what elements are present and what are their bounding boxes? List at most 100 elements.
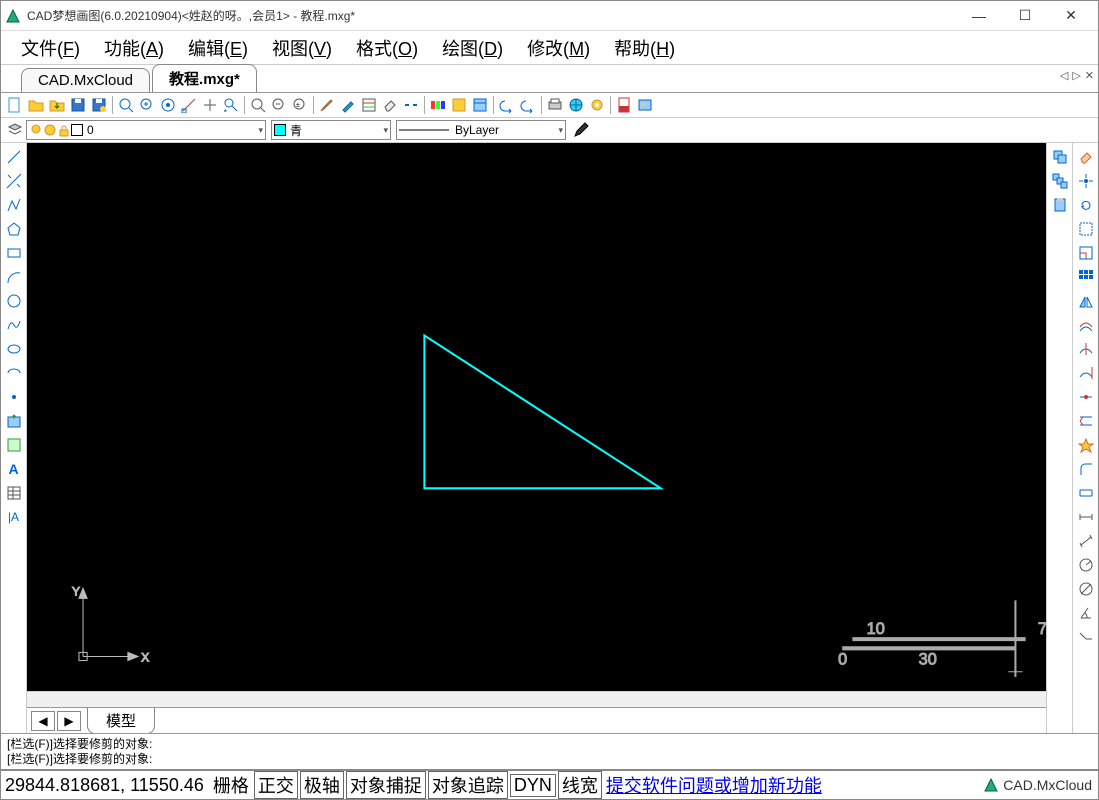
eraser-icon[interactable] <box>380 95 400 115</box>
import-icon[interactable] <box>47 95 67 115</box>
saveas-icon[interactable] <box>89 95 109 115</box>
open-icon[interactable] <box>26 95 46 115</box>
polyline-icon[interactable] <box>4 195 24 215</box>
command-line[interactable]: [栏选(F)]选择要修剪的对象: [栏选(F)]选择要修剪的对象: <box>1 733 1098 769</box>
menu-function[interactable]: 功能(A) <box>92 33 176 63</box>
maximize-button[interactable]: ☐ <box>1002 1 1048 31</box>
zoom-previous-icon[interactable] <box>221 95 241 115</box>
osnap-toggle[interactable]: 对象捕捉 <box>346 771 426 799</box>
dyn-toggle[interactable]: DYN <box>510 774 556 797</box>
insert-block-icon[interactable] <box>4 411 24 431</box>
xline-icon[interactable] <box>4 171 24 191</box>
measure-icon[interactable] <box>179 95 199 115</box>
properties-icon[interactable] <box>470 95 490 115</box>
image-icon[interactable] <box>635 95 655 115</box>
dim-linear-icon[interactable] <box>1076 507 1096 527</box>
trim-icon[interactable] <box>1076 339 1096 359</box>
make-block-icon[interactable] <box>4 435 24 455</box>
offset-icon[interactable] <box>1076 315 1096 335</box>
pan-icon[interactable] <box>200 95 220 115</box>
zoom-realtime-icon[interactable] <box>248 95 268 115</box>
layout-tab-model[interactable]: 模型 <box>87 708 155 734</box>
brush-icon[interactable] <box>317 95 337 115</box>
copy-icon[interactable] <box>1050 147 1070 167</box>
feedback-link[interactable]: 提交软件问题或增加新功能 <box>606 772 822 798</box>
dim-angular-icon[interactable] <box>1076 603 1096 623</box>
mirror-icon[interactable] <box>1076 291 1096 311</box>
polar-toggle[interactable]: 极轴 <box>300 771 344 799</box>
tab-next-icon[interactable]: ▷ <box>1072 69 1080 82</box>
menu-view[interactable]: 视图(V) <box>260 33 344 63</box>
layout-prev-button[interactable]: ◀ <box>31 711 55 731</box>
save-icon[interactable] <box>68 95 88 115</box>
scale-icon[interactable] <box>1076 243 1096 263</box>
mtext-icon[interactable]: |A <box>4 507 24 527</box>
polygon-icon[interactable] <box>4 219 24 239</box>
zoom-scale-icon[interactable]: ± <box>290 95 310 115</box>
brush-properties-icon[interactable] <box>571 120 591 140</box>
chamfer-icon[interactable] <box>1076 483 1096 503</box>
settings-icon[interactable] <box>587 95 607 115</box>
rotate-icon[interactable] <box>1076 195 1096 215</box>
menu-format[interactable]: 格式(O) <box>344 33 430 63</box>
minimize-button[interactable]: — <box>956 1 1002 31</box>
zoom-out-icon[interactable] <box>269 95 289 115</box>
color-dropdown[interactable]: 青 ▾ <box>271 120 391 140</box>
palette-icon[interactable] <box>428 95 448 115</box>
grid-toggle[interactable]: 栅格 <box>210 772 252 798</box>
menu-edit[interactable]: 编辑(E) <box>176 33 260 63</box>
point-icon[interactable] <box>4 387 24 407</box>
layer-manager-icon[interactable] <box>5 120 25 140</box>
select-window-icon[interactable] <box>1076 219 1096 239</box>
ellipse-arc-icon[interactable] <box>4 363 24 383</box>
pdf-icon[interactable] <box>614 95 634 115</box>
extend-icon[interactable] <box>1076 363 1096 383</box>
dim-radius-icon[interactable] <box>1076 555 1096 575</box>
ortho-toggle[interactable]: 正交 <box>254 771 298 799</box>
doc-tab-tutorial[interactable]: 教程.mxg* <box>152 64 257 92</box>
redo-icon[interactable] <box>518 95 538 115</box>
linetype-dropdown[interactable]: ByLayer ▾ <box>396 120 566 140</box>
menu-help[interactable]: 帮助(H) <box>602 33 687 63</box>
undo-icon[interactable] <box>497 95 517 115</box>
tab-close-icon[interactable]: ✕ <box>1085 69 1094 82</box>
menu-file[interactable]: 文件(F) <box>9 33 92 63</box>
hatch-icon[interactable] <box>359 95 379 115</box>
print-icon[interactable] <box>545 95 565 115</box>
layer-dropdown[interactable]: 0 ▾ <box>26 120 266 140</box>
layout-next-button[interactable]: ▶ <box>57 711 81 731</box>
break-point-icon[interactable] <box>1076 387 1096 407</box>
zoom-in-icon[interactable] <box>137 95 157 115</box>
pen-icon[interactable] <box>338 95 358 115</box>
world-icon[interactable] <box>566 95 586 115</box>
copy-multi-icon[interactable] <box>1050 171 1070 191</box>
block-icon[interactable] <box>449 95 469 115</box>
lineweight-toggle[interactable]: 线宽 <box>558 771 602 799</box>
move-icon[interactable] <box>1076 171 1096 191</box>
zoom-window-icon[interactable] <box>116 95 136 115</box>
spline-icon[interactable] <box>4 315 24 335</box>
circle-icon[interactable] <box>4 291 24 311</box>
rectangle-icon[interactable] <box>4 243 24 263</box>
otrack-toggle[interactable]: 对象追踪 <box>428 771 508 799</box>
ellipse-icon[interactable] <box>4 339 24 359</box>
stretch-icon[interactable] <box>1076 411 1096 431</box>
fillet-icon[interactable] <box>1076 459 1096 479</box>
erase-icon[interactable] <box>1076 147 1096 167</box>
text-icon[interactable]: A <box>4 459 24 479</box>
dim-aligned-icon[interactable] <box>1076 531 1096 551</box>
new-icon[interactable] <box>5 95 25 115</box>
drawing-canvas[interactable]: Y X 10 70 0 30 <box>27 143 1046 691</box>
array-icon[interactable] <box>1076 267 1096 287</box>
horizontal-scrollbar[interactable] <box>27 691 1046 707</box>
explode-icon[interactable] <box>1076 435 1096 455</box>
line-icon[interactable] <box>4 147 24 167</box>
leader-icon[interactable] <box>1076 627 1096 647</box>
paste-icon[interactable] <box>1050 195 1070 215</box>
menu-modify[interactable]: 修改(M) <box>515 33 602 63</box>
table-icon[interactable] <box>4 483 24 503</box>
doc-tab-cloud[interactable]: CAD.MxCloud <box>21 68 150 92</box>
menu-draw[interactable]: 绘图(D) <box>430 33 515 63</box>
tab-prev-icon[interactable]: ◁ <box>1060 69 1068 82</box>
zoom-extents-icon[interactable] <box>158 95 178 115</box>
